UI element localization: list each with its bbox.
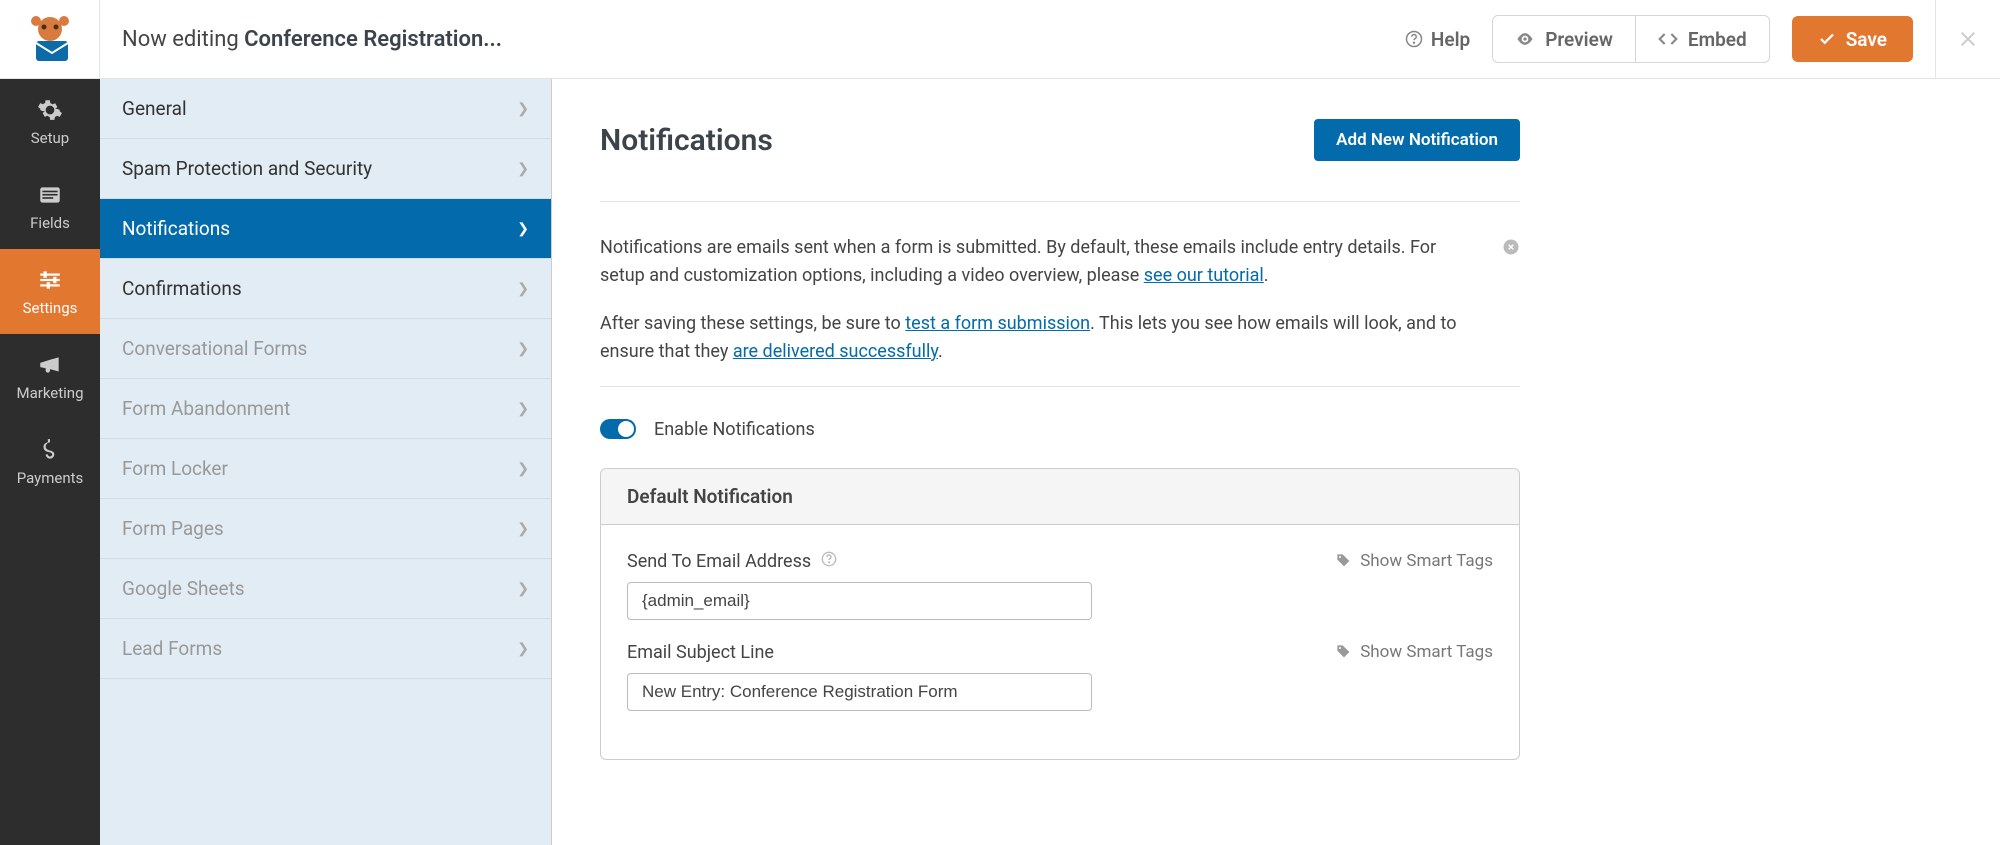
chevron-right-icon: ❯ [517,341,529,357]
chevron-right-icon: ❯ [517,281,529,297]
submenu-locker[interactable]: Form Locker❯ [100,439,551,499]
submenu-spam[interactable]: Spam Protection and Security❯ [100,139,551,199]
info-text-1: Notifications are emails sent when a for… [600,234,1520,290]
page-title: Notifications [600,123,773,158]
submenu-abandonment[interactable]: Form Abandonment❯ [100,379,551,439]
main-nav: Setup Fields Settings Marketing Payments [0,0,100,845]
subject-label: Email Subject Line [627,642,774,663]
main-content: Notifications Add New Notification Notif… [552,79,1568,845]
check-icon [1818,30,1836,48]
close-icon [1956,27,1980,51]
right-panel [1568,79,2000,845]
delivered-link[interactable]: are delivered successfully [733,341,938,362]
submenu-leads[interactable]: Lead Forms❯ [100,619,551,679]
add-notification-button[interactable]: Add New Notification [1314,119,1520,161]
send-to-label: Send To Email Address [627,551,837,572]
gear-icon [37,97,63,123]
settings-submenu: General❯ Spam Protection and Security❯ N… [100,0,552,845]
submenu-conversational[interactable]: Conversational Forms❯ [100,319,551,379]
sliders-icon [37,267,63,293]
chevron-right-icon: ❯ [517,161,529,177]
submenu-general[interactable]: General❯ [100,79,551,139]
dollar-icon [37,437,63,463]
embed-button[interactable]: Embed [1635,16,1769,62]
notification-card-header[interactable]: Default Notification [601,469,1519,525]
submenu-confirmations[interactable]: Confirmations❯ [100,259,551,319]
chevron-right-icon: ❯ [517,461,529,477]
send-to-email-input[interactable] [627,582,1092,620]
nav-setup[interactable]: Setup [0,79,100,164]
chevron-right-icon: ❯ [517,221,529,237]
nav-payments[interactable]: Payments [0,419,100,504]
help-tooltip-icon[interactable] [821,551,837,571]
tags-icon [1336,553,1352,569]
tutorial-link[interactable]: see our tutorial [1144,265,1264,286]
dismiss-info-button[interactable] [1502,234,1520,265]
chevron-right-icon: ❯ [517,521,529,537]
tags-icon [1336,644,1352,660]
save-button[interactable]: Save [1792,16,1913,62]
nav-marketing[interactable]: Marketing [0,334,100,419]
smart-tags-button-2[interactable]: Show Smart Tags [1336,642,1493,662]
enable-notifications-toggle[interactable] [600,419,636,439]
close-button[interactable] [1935,0,1980,79]
submenu-pages[interactable]: Form Pages❯ [100,499,551,559]
info-text-2: After saving these settings, be sure to … [600,310,1520,366]
help-button[interactable]: Help [1405,28,1470,51]
submenu-sheets[interactable]: Google Sheets❯ [100,559,551,619]
nav-fields[interactable]: Fields [0,164,100,249]
enable-notifications-label: Enable Notifications [654,419,815,440]
app-logo[interactable] [0,0,100,79]
chevron-right-icon: ❯ [517,581,529,597]
chevron-right-icon: ❯ [517,101,529,117]
form-title: Now editing Conference Registration... [100,27,1405,52]
bullhorn-icon [37,352,63,378]
code-icon [1658,29,1678,49]
preview-button[interactable]: Preview [1493,16,1635,62]
chevron-right-icon: ❯ [517,641,529,657]
help-icon [1405,30,1423,48]
test-submission-link[interactable]: test a form submission [905,313,1090,334]
chevron-right-icon: ❯ [517,401,529,417]
eye-icon [1515,29,1535,49]
nav-settings[interactable]: Settings [0,249,100,334]
close-circle-icon [1502,238,1520,256]
notification-card: Default Notification Send To Email Addre… [600,468,1520,760]
submenu-notifications[interactable]: Notifications❯ [100,199,551,259]
list-icon [37,182,63,208]
smart-tags-button-1[interactable]: Show Smart Tags [1336,551,1493,571]
subject-line-input[interactable] [627,673,1092,711]
